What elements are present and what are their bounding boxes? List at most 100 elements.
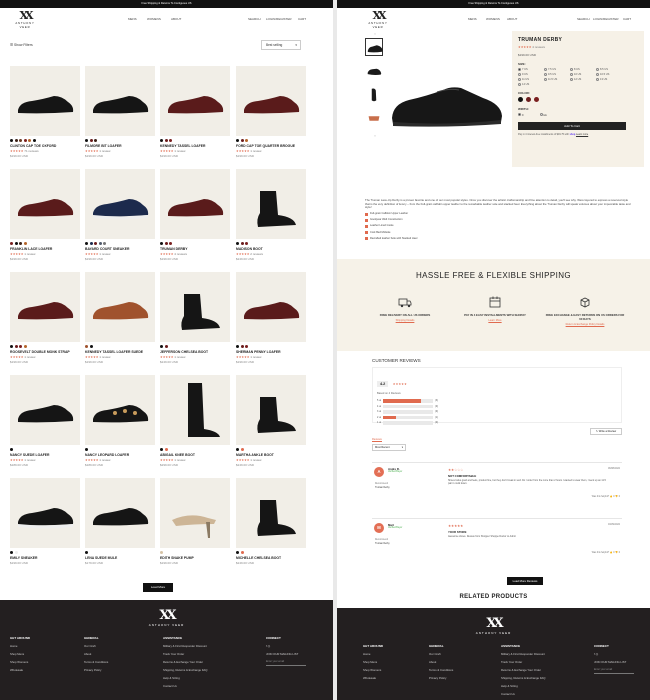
size-option[interactable]: 14 US [518, 83, 544, 86]
thumbnail-2[interactable] [365, 62, 383, 80]
chevron-down-icon[interactable]: ˅ [365, 134, 385, 138]
footer-email-input[interactable]: Enter your email [266, 660, 306, 666]
nav-mens[interactable]: MENS [468, 17, 477, 21]
product-image[interactable] [85, 478, 155, 548]
sort-select[interactable]: Best selling ▾ [261, 40, 301, 50]
color-swatch[interactable] [10, 448, 13, 451]
color-swatch[interactable] [14, 345, 18, 348]
product-card[interactable]: EMILY SNEAKER $199.00 USD [10, 478, 80, 565]
product-card[interactable]: MARTHA ANKLE BOOT ★★★★★ 1 review $249.00 U… [236, 375, 306, 467]
color-swatch[interactable] [19, 242, 22, 245]
color-swatch[interactable] [89, 139, 93, 142]
product-card[interactable]: FORD CAP TOE QUARTER BROGUE ★★★★★ 1 revie… [236, 66, 306, 158]
review-count[interactable]: 4 reviews [532, 45, 545, 49]
color-swatch[interactable] [103, 242, 106, 245]
color-swatch[interactable] [14, 139, 18, 142]
color-swatch[interactable] [14, 242, 18, 245]
product-name[interactable]: FILMORE BIT LOAFER [85, 144, 155, 148]
product-card[interactable]: BAYARD COURT SNEAKER ★★★★★ 1 review $199.0… [85, 169, 155, 261]
color-swatch[interactable] [85, 551, 88, 554]
nav-cart[interactable]: CART [623, 17, 631, 21]
nav-cart[interactable]: CART [298, 17, 306, 21]
color-swatch[interactable] [10, 242, 13, 245]
product-image[interactable] [85, 169, 155, 239]
product-name[interactable]: TRUMAN DERBY [160, 247, 230, 251]
color-swatch[interactable] [169, 139, 172, 142]
product-name[interactable]: NANCY LEOPARD LOAFER [85, 453, 155, 457]
product-card[interactable]: FRANKLIN LACE LOAFER ★★★★★ 1 review $199.0… [10, 169, 80, 261]
product-image[interactable] [236, 375, 306, 445]
size-option[interactable]: 11 US [518, 78, 544, 81]
product-name[interactable]: MICHELLE CHELSEA BOOT [236, 556, 306, 560]
color-option[interactable] [518, 97, 523, 102]
learn-more-link[interactable]: Learn more [576, 133, 588, 136]
load-more-reviews-button[interactable]: Load More Reviews [507, 577, 543, 585]
size-option[interactable]: 7.5 US [544, 68, 570, 71]
color-swatch[interactable] [236, 242, 239, 245]
product-name[interactable]: MADISON BOOT [236, 247, 306, 251]
show-filters-button[interactable]: ☰ Show Filters [10, 43, 33, 47]
product-image[interactable] [10, 375, 80, 445]
color-swatch[interactable] [85, 448, 88, 451]
color-swatch[interactable] [160, 139, 163, 142]
product-card[interactable]: SHERMAN PENNY LOAFER ★★★★★ 1 review $199.0… [236, 272, 306, 364]
tab-reviews[interactable]: Reviews [372, 438, 382, 442]
product-name[interactable]: CLINTON CAP TOE OXFORD [10, 144, 80, 148]
color-swatch[interactable] [89, 345, 93, 348]
product-card[interactable]: EDITH SNAKE PUMP $199.00 USD [160, 478, 230, 565]
color-swatch[interactable] [10, 345, 13, 348]
nav-login[interactable]: LOGIN/REGISTER [593, 17, 619, 21]
product-image[interactable] [10, 169, 80, 239]
product-card[interactable]: KENNEDY TASSEL LOAFER ★★★★★ 1 review $199.… [160, 66, 230, 158]
color-swatch[interactable] [240, 242, 244, 245]
product-card[interactable]: ROOSEVELT DOUBLE MONK STRAP ★★★★★ 1 revie… [10, 272, 80, 364]
product-card[interactable]: MICHELLE CHELSEA BOOT $249.00 USD [236, 478, 306, 565]
color-swatch[interactable] [160, 345, 163, 348]
color-swatch[interactable] [236, 551, 239, 554]
add-to-cart-button[interactable]: Add To Cart [518, 122, 626, 130]
nav-search[interactable]: SEARCH [577, 17, 590, 21]
product-card[interactable]: FILMORE BIT LOAFER ★★★★★ 1 review $199.00 … [85, 66, 155, 158]
product-card[interactable]: MADISON BOOT ★★★★★ 2 reviews $249.00 USD [236, 169, 306, 261]
nav-about[interactable]: ABOUT [507, 17, 517, 21]
product-name[interactable]: MARTHA ANKLE BOOT [236, 453, 306, 457]
product-name[interactable]: FRANKLIN LACE LOAFER [10, 247, 80, 251]
product-image[interactable] [10, 478, 80, 548]
color-swatch[interactable] [245, 139, 248, 142]
product-image[interactable] [236, 478, 306, 548]
product-name[interactable]: ROOSEVELT DOUBLE MONK STRAP [10, 350, 80, 354]
color-swatch[interactable] [245, 345, 248, 348]
product-card[interactable]: TRUMAN DERBY ★★★★★ 4 reviews $199.00 USD [160, 169, 230, 261]
product-name[interactable]: SHERMAN PENNY LOAFER [236, 350, 306, 354]
product-name[interactable]: NANCY SUEDE LOAFER [10, 453, 80, 457]
nav-about[interactable]: ABOUT [171, 17, 181, 21]
nav-womens[interactable]: WOMENS [147, 17, 161, 21]
color-swatch[interactable] [245, 242, 248, 245]
product-card[interactable]: NANCY SUEDE LOAFER ★★★★★ 1 review $189.00 … [10, 375, 80, 467]
color-swatch[interactable] [32, 139, 36, 142]
width-option-d[interactable]: D [518, 113, 524, 117]
size-option[interactable]: 12 US [570, 78, 596, 81]
product-card[interactable]: CLINTON CAP TOE OXFORD ★★★★★ 71 reviews $1… [10, 66, 80, 158]
product-card[interactable]: KENNEDY TASSEL LOAFER SUEDE ★★★★★ 1 revie… [85, 272, 155, 364]
review-sort-select[interactable]: Most Recent ▾ [372, 444, 406, 451]
instagram-icon[interactable]: ◎ [268, 644, 270, 648]
product-main-image[interactable] [387, 40, 507, 160]
product-image[interactable] [160, 272, 230, 342]
helpful-votes[interactable]: Was this helpful? 👍 0 👎 0 [592, 551, 620, 554]
product-image[interactable] [236, 169, 306, 239]
footer-email-input[interactable]: Enter your email [594, 668, 634, 674]
product-image[interactable] [236, 272, 306, 342]
color-swatch[interactable] [160, 242, 163, 245]
product-name[interactable]: JEFFERSON CHELSEA BOOT [160, 350, 230, 354]
color-swatch[interactable] [160, 448, 163, 451]
color-swatch[interactable] [23, 345, 27, 348]
product-name[interactable]: FORD CAP TOE QUARTER BROGUE [236, 144, 306, 148]
product-name[interactable]: ABIGAIL KNEE BOOT [160, 453, 230, 457]
product-name[interactable]: EMILY SNEAKER [10, 556, 80, 560]
color-swatch[interactable] [160, 551, 163, 554]
product-image[interactable] [160, 478, 230, 548]
color-swatch[interactable] [164, 139, 168, 142]
color-swatch[interactable] [85, 242, 88, 245]
color-swatch[interactable] [236, 139, 239, 142]
